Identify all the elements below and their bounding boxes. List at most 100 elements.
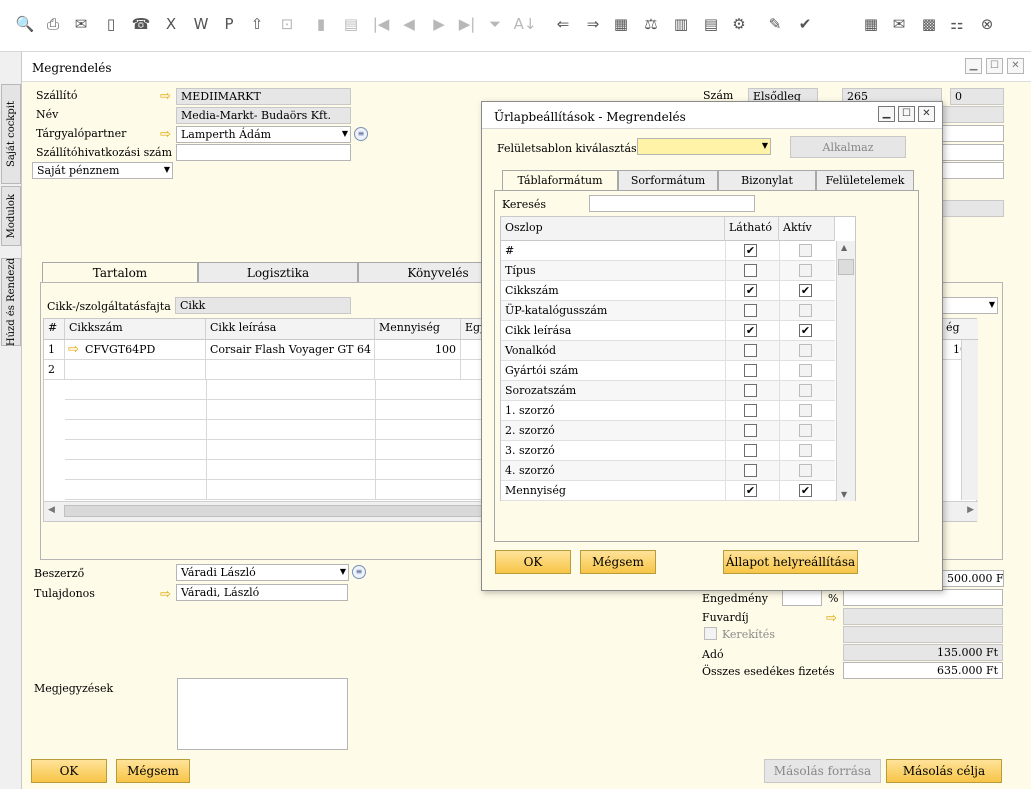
status-field[interactable] — [942, 106, 1004, 123]
column-row[interactable]: Sorozatszám — [501, 381, 835, 401]
row2-item-code[interactable] — [65, 360, 206, 380]
rounding-checkbox[interactable] — [704, 627, 717, 640]
visible-checkbox[interactable] — [744, 344, 757, 357]
remarks-textarea[interactable] — [177, 678, 348, 750]
print-preview-icon[interactable]: 🔍 — [14, 13, 36, 35]
maximize-icon[interactable]: ☐ — [898, 106, 915, 122]
visible-checkbox[interactable] — [744, 464, 757, 477]
active-checkbox[interactable] — [799, 364, 812, 377]
active-checkbox[interactable] — [799, 304, 812, 317]
item-type-field[interactable]: Cikk — [175, 297, 351, 314]
column-row[interactable]: Típus — [501, 261, 835, 281]
supplier-field[interactable]: MEDIIMARKT — [176, 88, 351, 105]
first-record-icon[interactable]: |◀ — [370, 13, 392, 35]
visible-checkbox[interactable]: ✔ — [744, 484, 757, 497]
col-header-right-quantity[interactable]: ég — [942, 319, 978, 340]
active-checkbox[interactable]: ✔ — [799, 284, 812, 297]
delivery-date-field[interactable] — [942, 144, 1004, 161]
visible-checkbox[interactable] — [744, 384, 757, 397]
ref-field[interactable] — [176, 144, 351, 161]
apply-button[interactable]: Alkalmaz — [790, 136, 906, 158]
search-input[interactable] — [589, 195, 755, 212]
message-icon[interactable]: ✉ — [888, 13, 910, 35]
transaction-journal-icon[interactable]: ▤ — [700, 13, 722, 35]
template-select[interactable]: ▼ — [637, 138, 771, 155]
tab-table-format[interactable]: Táblaformátum — [502, 170, 618, 191]
link-arrow-icon[interactable]: ⇨ — [160, 90, 174, 103]
column-row[interactable]: Gyártói szám — [501, 361, 835, 381]
number-extra-field[interactable]: 0 — [950, 88, 1004, 105]
copy-from-button[interactable]: Másolás forrása — [764, 759, 881, 783]
tax-field[interactable]: 135.000 Ft — [843, 644, 1003, 661]
rounding-field[interactable] — [843, 626, 1003, 643]
cancel-button[interactable]: Mégsem — [116, 759, 190, 783]
tab-contents[interactable]: Tartalom — [42, 262, 198, 283]
scroll-thumb[interactable] — [64, 505, 484, 517]
col-header-column[interactable]: Oszlop — [501, 217, 725, 241]
active-checkbox[interactable] — [799, 464, 812, 477]
row2-quantity[interactable] — [375, 360, 461, 380]
column-row[interactable]: Cikkszám ✔ ✔ — [501, 281, 835, 301]
payment-means-icon[interactable]: ▥ — [670, 13, 692, 35]
close-icon[interactable]: ✕ — [1007, 58, 1024, 74]
add-icon[interactable]: ▤ — [340, 13, 362, 35]
visible-checkbox[interactable] — [744, 304, 757, 317]
scroll-left-icon[interactable]: ◀ — [48, 505, 55, 515]
restore-state-button[interactable]: Állapot helyreállítása — [723, 550, 858, 574]
approve-icon[interactable]: ✔ — [794, 13, 816, 35]
visible-checkbox[interactable]: ✔ — [744, 284, 757, 297]
active-checkbox[interactable] — [799, 244, 812, 257]
tab-ui-elements[interactable]: Felületelemek — [816, 170, 914, 191]
link-arrow-icon[interactable]: ⇨ — [68, 343, 82, 356]
launch-app-icon[interactable]: ⇧ — [246, 13, 268, 35]
column-row[interactable]: # ✔ — [501, 241, 835, 261]
scroll-down-icon[interactable]: ▼ — [841, 490, 847, 499]
find-icon[interactable]: ▮ — [310, 13, 332, 35]
currency-select[interactable]: Saját pénznem ▼ — [32, 162, 173, 179]
column-row[interactable]: 4. szorzó — [501, 461, 835, 481]
dialog-cancel-button[interactable]: Mégsem — [580, 550, 656, 574]
column-row[interactable]: 1. szorzó — [501, 401, 835, 421]
discount-amount-field[interactable] — [843, 589, 1003, 606]
last-record-icon[interactable]: ▶| — [456, 13, 478, 35]
visible-checkbox[interactable] — [744, 364, 757, 377]
scroll-up-icon[interactable]: ▲ — [841, 243, 847, 252]
link-arrow-icon[interactable]: ⇨ — [160, 128, 174, 141]
row1-description[interactable]: Corsair Flash Voyager GT 64 GB — [206, 340, 375, 360]
scroll-right-icon[interactable]: ▶ — [967, 505, 974, 515]
calendar-icon[interactable]: ▦ — [860, 13, 882, 35]
maximize-icon[interactable]: ☐ — [986, 58, 1003, 74]
lock-screen-icon[interactable]: ⊡ — [276, 13, 298, 35]
col-header-quantity[interactable]: Mennyiség — [375, 319, 461, 340]
tab-document[interactable]: Bizonylat — [718, 170, 816, 191]
visible-checkbox[interactable] — [744, 264, 757, 277]
column-row[interactable]: 3. szorzó — [501, 441, 835, 461]
word-export-icon[interactable]: W — [190, 13, 212, 35]
active-checkbox[interactable]: ✔ — [799, 484, 812, 497]
close-icon[interactable]: ✕ — [918, 106, 935, 122]
active-checkbox[interactable]: ✔ — [799, 324, 812, 337]
column-row[interactable]: Vonalkód — [501, 341, 835, 361]
name-field[interactable]: Media-Markt- Budaörs Kft. — [176, 107, 351, 124]
tab-my-cockpit[interactable]: Saját cockpit — [1, 84, 21, 184]
document-date-field[interactable] — [942, 162, 1004, 179]
column-row[interactable]: Mennyiség ✔ ✔ — [501, 481, 835, 501]
active-checkbox[interactable] — [799, 424, 812, 437]
alerts-icon[interactable]: ▩ — [918, 13, 940, 35]
filter-icon[interactable]: ⏷ — [484, 13, 506, 35]
visible-checkbox[interactable]: ✔ — [744, 324, 757, 337]
total-field[interactable]: 635.000 Ft — [843, 662, 1003, 679]
col-header-num[interactable]: # — [44, 319, 65, 340]
email-icon[interactable]: ✉ — [70, 13, 92, 35]
excel-export-icon[interactable]: X — [160, 13, 182, 35]
sms-icon[interactable]: ▯ — [100, 13, 122, 35]
column-row[interactable]: Cikk leírása ✔ ✔ — [501, 321, 835, 341]
posting-date-field[interactable] — [942, 125, 1004, 142]
col-header-item-code[interactable]: Cikkszám — [65, 319, 206, 340]
settings-icon[interactable]: ⚙ — [728, 13, 750, 35]
active-checkbox[interactable] — [799, 444, 812, 457]
tab-drag-relate[interactable]: Húzd és Rendezd — [1, 258, 21, 346]
previous-record-icon[interactable]: ◀ — [398, 13, 420, 35]
row-format-select[interactable]: ▼ — [942, 297, 998, 314]
visible-checkbox[interactable]: ✔ — [744, 244, 757, 257]
